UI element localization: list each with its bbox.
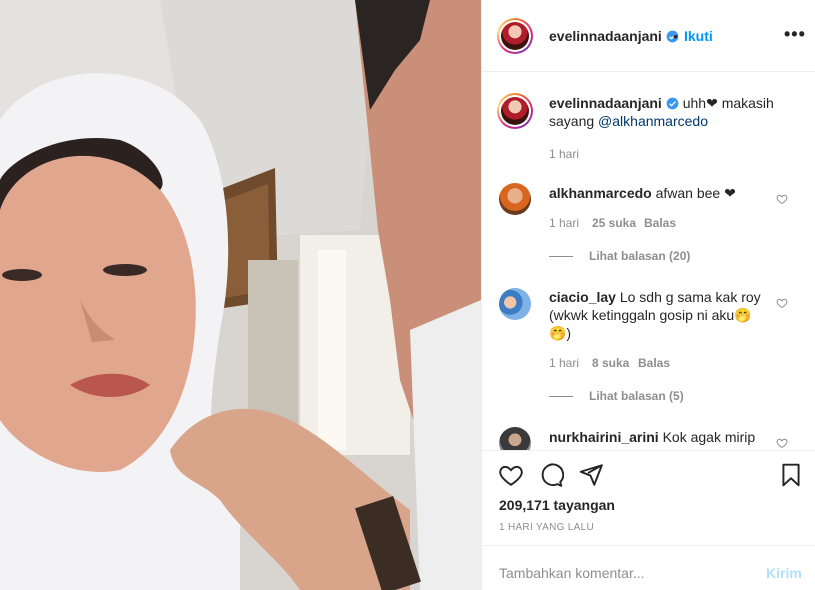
comment-item: alkhanmarcedo afwan bee ❤ bbox=[549, 184, 769, 202]
author-username[interactable]: evelinnadaanjani bbox=[549, 28, 679, 44]
add-comment-bar: Kirim bbox=[482, 545, 815, 590]
post-video[interactable] bbox=[0, 0, 481, 590]
comment-username[interactable]: alkhanmarcedo bbox=[549, 185, 652, 201]
follow-button[interactable]: Ikuti bbox=[684, 28, 713, 44]
caption-avatar[interactable] bbox=[497, 93, 533, 129]
comment-text: afwan bee ❤ bbox=[655, 185, 736, 201]
post-header: evelinnadaanjani • Ikuti ••• bbox=[482, 0, 815, 72]
verified-badge-icon bbox=[666, 97, 679, 110]
comment-bubble-icon[interactable] bbox=[538, 462, 564, 488]
comment-likes[interactable]: 25 suka bbox=[592, 216, 636, 230]
comment-avatar[interactable] bbox=[499, 427, 531, 450]
view-count[interactable]: 209,171 tayangan bbox=[499, 497, 615, 513]
comment-like-heart-icon[interactable] bbox=[776, 193, 788, 205]
save-bookmark-icon[interactable] bbox=[778, 462, 804, 488]
author-avatar[interactable] bbox=[497, 18, 533, 54]
like-heart-icon[interactable] bbox=[498, 462, 524, 488]
view-count-number: 209,171 bbox=[499, 497, 550, 513]
comment-text: Kok agak mirip bbox=[662, 429, 756, 445]
view-replies-button[interactable]: Lihat balasan (20) bbox=[589, 249, 690, 263]
comment-avatar[interactable] bbox=[499, 288, 531, 320]
comment-likes[interactable]: 8 suka bbox=[592, 356, 629, 370]
comment-time[interactable]: 1 hari bbox=[549, 216, 579, 230]
comment-item: ciacio_lay Lo sdh g sama kak roy (wkwk k… bbox=[549, 288, 764, 342]
comment-avatar[interactable] bbox=[499, 183, 531, 215]
replies-divider bbox=[549, 396, 573, 397]
caption-time[interactable]: 1 hari bbox=[549, 147, 579, 161]
instagram-post: evelinnadaanjani • Ikuti ••• evelinnadaa… bbox=[0, 0, 815, 590]
author-username-text[interactable]: evelinnadaanjani bbox=[549, 28, 662, 44]
caption-username[interactable]: evelinnadaanjani bbox=[549, 95, 662, 111]
caption: evelinnadaanjani uhh❤ makasih sayang @al… bbox=[549, 94, 789, 130]
separator-dot: • bbox=[673, 28, 678, 44]
comment-like-heart-icon[interactable] bbox=[776, 437, 788, 449]
comment-item: nurkhairini_arini Kok agak mirip bbox=[549, 428, 769, 446]
comment-username[interactable]: nurkhairini_arini bbox=[549, 429, 659, 445]
post-timestamp[interactable]: 1 HARI YANG LALU bbox=[499, 522, 594, 533]
comment-like-heart-icon[interactable] bbox=[776, 297, 788, 309]
comment-username[interactable]: ciacio_lay bbox=[549, 289, 616, 305]
view-count-label: tayangan bbox=[553, 497, 615, 513]
comment-reply-button[interactable]: Balas bbox=[638, 356, 670, 370]
view-replies-button[interactable]: Lihat balasan (5) bbox=[589, 389, 684, 403]
share-send-icon[interactable] bbox=[578, 462, 604, 488]
more-options-icon[interactable]: ••• bbox=[784, 24, 806, 45]
video-frame bbox=[0, 0, 481, 590]
caption-mention-link[interactable]: @alkhanmarcedo bbox=[598, 113, 708, 129]
replies-divider bbox=[549, 256, 573, 257]
post-side-panel: evelinnadaanjani • Ikuti ••• evelinnadaa… bbox=[481, 0, 815, 590]
post-comment-button[interactable]: Kirim bbox=[766, 565, 802, 581]
comment-time[interactable]: 1 hari bbox=[549, 356, 579, 370]
add-comment-input[interactable] bbox=[499, 565, 739, 581]
comments-list[interactable]: evelinnadaanjani uhh❤ makasih sayang @al… bbox=[482, 73, 815, 450]
comment-reply-button[interactable]: Balas bbox=[644, 216, 676, 230]
